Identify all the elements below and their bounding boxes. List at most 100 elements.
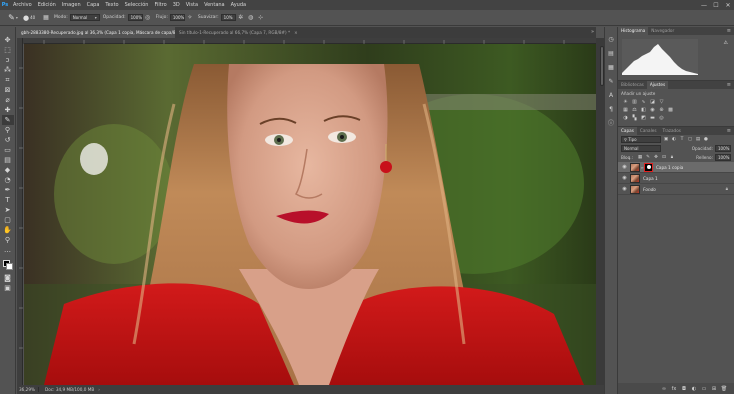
filter-adjustment-icon[interactable]: ◐ — [671, 137, 677, 143]
paragraph-panel-icon[interactable]: ¶ — [606, 105, 616, 115]
eye-icon[interactable]: ◉ — [621, 175, 628, 181]
brush-tool-icon[interactable]: ✎ — [1, 115, 14, 125]
posterize-icon[interactable]: ▚ — [631, 115, 638, 122]
layer-row[interactable]: ◉ Fondo 🔒︎ — [618, 184, 734, 195]
color-lookup-icon[interactable]: ▩ — [667, 107, 674, 114]
lock-artboard-icon[interactable]: ⊡ — [661, 155, 667, 161]
magic-wand-tool-icon[interactable]: ⁂ — [2, 65, 14, 75]
color-balance-icon[interactable]: ⚖ — [631, 107, 638, 114]
panel-menu-icon[interactable]: ≡ — [727, 81, 731, 89]
fill-field[interactable]: 100% — [715, 154, 731, 161]
gradient-tool-icon[interactable]: ▤ — [2, 155, 14, 165]
lock-position-icon[interactable]: ✥ — [653, 155, 659, 161]
channel-mixer-icon[interactable]: ⊕ — [658, 107, 665, 114]
menu-vista[interactable]: Vista — [183, 0, 201, 10]
link-layers-icon[interactable]: ∞ — [660, 386, 668, 392]
pen-tool-icon[interactable]: ✒ — [2, 185, 14, 195]
color-swatches[interactable] — [2, 259, 14, 273]
minimize-button[interactable]: — — [698, 0, 710, 10]
clone-stamp-tool-icon[interactable]: ⚲ — [2, 125, 14, 135]
menu-seleccion[interactable]: Selección — [122, 0, 152, 10]
delete-layer-icon[interactable]: 🗑︎ — [720, 386, 728, 392]
selective-color-icon[interactable]: ◎ — [658, 115, 665, 122]
smoothing-field[interactable]: 10% — [220, 14, 236, 21]
zoom-tool-icon[interactable]: ⚲ — [2, 235, 14, 245]
panel-menu-icon[interactable]: ≡ — [727, 27, 731, 35]
blend-mode-select[interactable]: Normal — [621, 145, 661, 152]
threshold-icon[interactable]: ◩ — [640, 115, 647, 122]
layer-row[interactable]: ◉ ∞ Capa 1 copia — [618, 162, 734, 173]
close-icon[interactable]: × — [294, 27, 298, 38]
filter-type-icon[interactable]: T — [679, 137, 685, 143]
vertical-scrollbar[interactable] — [596, 38, 604, 385]
properties-panel-icon[interactable]: ▤ — [606, 49, 616, 59]
eye-icon[interactable]: ◉ — [621, 164, 628, 170]
character-panel-icon[interactable]: A — [606, 91, 616, 101]
move-tool-icon[interactable]: ✥ — [2, 35, 14, 45]
dodge-tool-icon[interactable]: ◔ — [2, 175, 14, 185]
tab-channels[interactable]: Canales — [637, 127, 660, 135]
layer-opacity-field[interactable]: 100% — [715, 145, 731, 152]
zoom-level[interactable]: 36,29% — [17, 387, 39, 392]
levels-icon[interactable]: ▥ — [631, 99, 638, 106]
menu-imagen[interactable]: Imagen — [59, 0, 84, 10]
hue-saturation-icon[interactable]: ▦ — [622, 107, 629, 114]
tab-paths[interactable]: Trazados — [660, 127, 684, 135]
healing-brush-tool-icon[interactable]: ✚ — [2, 105, 14, 115]
lasso-tool-icon[interactable]: ↄ — [2, 55, 14, 65]
rectangle-tool-icon[interactable]: ▢ — [2, 215, 14, 225]
gradient-map-icon[interactable]: ▬ — [649, 115, 656, 122]
tab-libraries[interactable]: Bibliotecas — [618, 81, 647, 89]
flow-field[interactable]: 100% — [169, 14, 185, 21]
menu-edicion[interactable]: Edición — [35, 0, 59, 10]
menu-ventana[interactable]: Ventana — [201, 0, 228, 10]
tab-document-active[interactable]: gbh-2883380-Recuperado.jpg al 36,3% (Cap… — [17, 27, 175, 38]
photo-filter-icon[interactable]: ◉ — [649, 107, 656, 114]
brightness-icon[interactable]: ☀ — [622, 99, 629, 106]
info-panel-icon[interactable]: ⓘ — [606, 119, 616, 129]
lock-pixels-icon[interactable]: ✎ — [645, 155, 651, 161]
chevron-right-icon[interactable]: › — [98, 387, 100, 392]
edit-toolbar-icon[interactable]: … — [2, 245, 14, 255]
menu-ayuda[interactable]: Ayuda — [228, 0, 249, 10]
pressure-size-icon[interactable]: ◍ — [246, 13, 256, 23]
tab-histogram[interactable]: Histograma — [618, 27, 649, 35]
tab-document-inactive[interactable]: Sin título-1-Recuperado al 66,7% (Capa 7… — [175, 27, 315, 38]
menu-filtro[interactable]: Filtro — [151, 0, 169, 10]
new-group-icon[interactable]: ▭ — [700, 386, 708, 392]
airbrush-icon[interactable]: ✧ — [185, 13, 195, 23]
close-window-button[interactable]: ✕ — [722, 0, 734, 10]
brush-settings-icon[interactable]: ▦ — [41, 13, 51, 23]
filter-shape-icon[interactable]: ▢ — [687, 137, 693, 143]
screen-mode-icon[interactable]: ▣ — [2, 283, 14, 293]
vertical-ruler[interactable] — [17, 38, 23, 385]
filter-pixel-icon[interactable]: ▣ — [663, 137, 669, 143]
symmetry-icon[interactable]: ⊹ — [256, 13, 266, 23]
swatches-panel-icon[interactable]: ▦ — [606, 63, 616, 73]
eraser-tool-icon[interactable]: ▭ — [2, 145, 14, 155]
quick-mask-icon[interactable]: ◙ — [2, 273, 14, 283]
tab-adjustments[interactable]: Ajustes — [646, 81, 669, 89]
path-selection-tool-icon[interactable]: ➤ — [2, 205, 14, 215]
new-layer-icon[interactable]: ⊞ — [710, 386, 718, 392]
gear-icon[interactable]: ✲ — [236, 13, 246, 23]
invert-icon[interactable]: ◑ — [622, 115, 629, 122]
eye-icon[interactable]: ◉ — [621, 186, 628, 192]
crop-tool-icon[interactable]: ⌗ — [2, 75, 14, 85]
warning-icon[interactable]: ⚠ — [724, 40, 728, 46]
layer-row[interactable]: ◉ Capa 1 — [618, 173, 734, 184]
hand-tool-icon[interactable]: ✋ — [2, 225, 14, 235]
brushes-panel-icon[interactable]: ✎ — [606, 77, 616, 87]
history-brush-tool-icon[interactable]: ↺ — [2, 135, 14, 145]
menu-archivo[interactable]: Archivo — [10, 0, 35, 10]
history-panel-icon[interactable]: ◷ — [606, 35, 616, 45]
layer-style-icon[interactable]: fx — [670, 386, 678, 392]
blur-tool-icon[interactable]: ◆ — [2, 165, 14, 175]
black-white-icon[interactable]: ◧ — [640, 107, 647, 114]
pressure-opacity-icon[interactable]: ◎ — [143, 13, 153, 23]
mode-select[interactable]: Normal ▾ — [69, 14, 100, 21]
new-adjustment-icon[interactable]: ◐ — [690, 386, 698, 392]
type-tool-icon[interactable]: T — [2, 195, 14, 205]
eyedropper-tool-icon[interactable]: ⌀ — [2, 95, 14, 105]
lock-transparency-icon[interactable]: ▦ — [637, 155, 643, 161]
